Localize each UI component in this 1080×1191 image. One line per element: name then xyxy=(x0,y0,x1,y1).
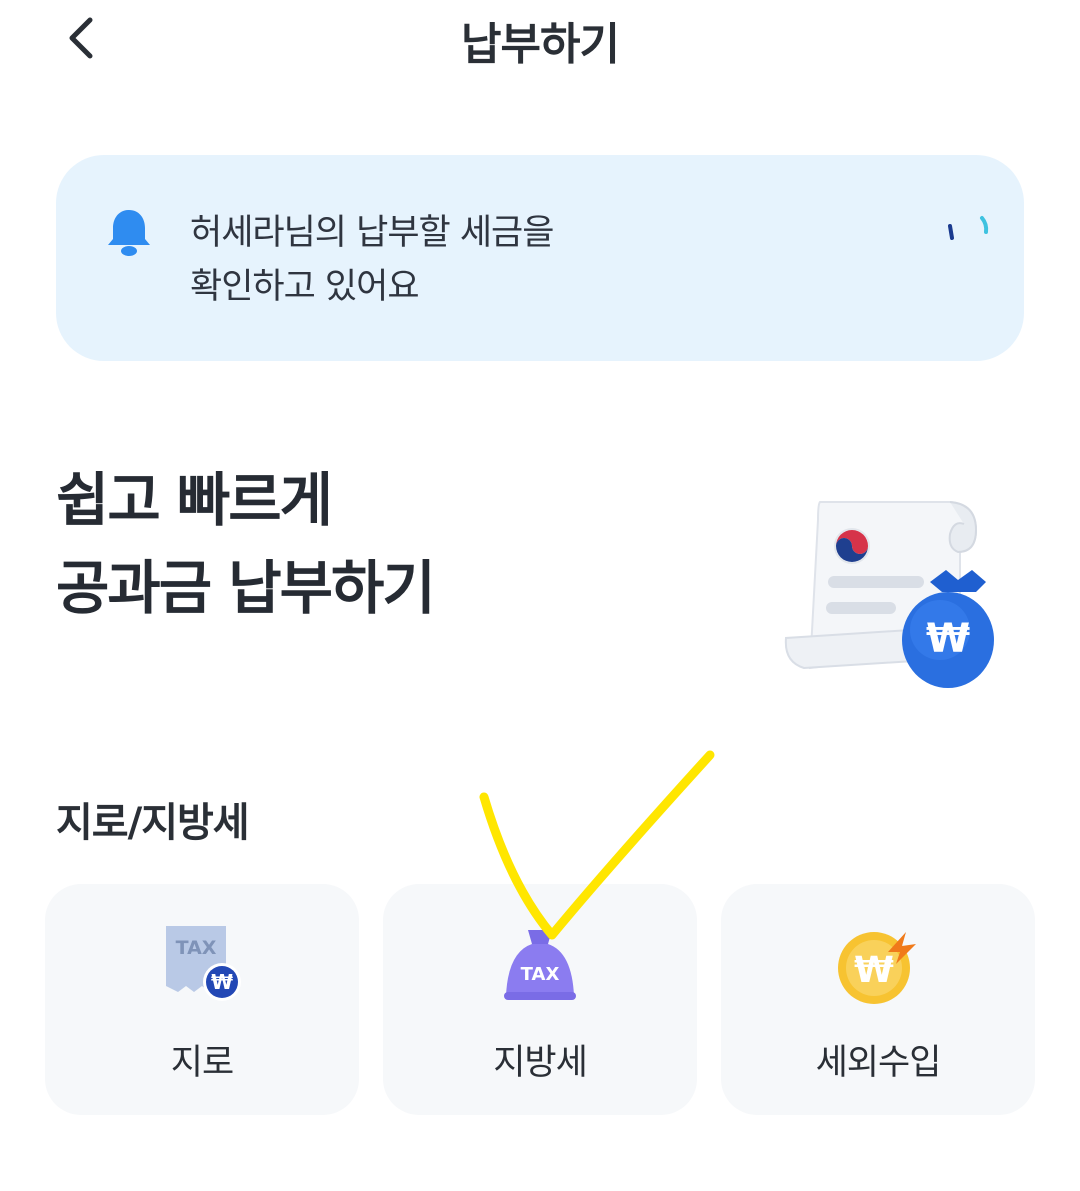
bell-icon xyxy=(108,210,150,256)
local-tax-card[interactable]: TAX 지방세 xyxy=(383,884,697,1115)
money-bag-won-glyph: ₩ xyxy=(926,616,970,662)
local-tax-icon-tax-text: TAX xyxy=(521,964,560,985)
coin-won-glyph: ₩ xyxy=(854,950,894,991)
giro-icon-tax-text: TAX xyxy=(176,937,217,959)
local-tax-bag-icon: TAX xyxy=(504,930,576,1000)
card-label: 지로 xyxy=(170,1043,234,1083)
giro-icon-won-glyph: ₩ xyxy=(211,970,233,994)
hero-line-2: 공과금 납부하기 xyxy=(56,554,436,622)
card-label: 지방세 xyxy=(493,1043,588,1083)
app-header: 납부하기 xyxy=(0,0,1080,80)
page-title: 납부하기 xyxy=(461,19,620,70)
loading-spinner-icon xyxy=(948,216,989,240)
giro-payment-card[interactable]: TAX ₩ 지로 xyxy=(45,884,359,1115)
hero-line-1: 쉽고 빠르게 xyxy=(56,466,333,534)
hero-title: 쉽고 빠르게 공과금 납부하기 xyxy=(56,456,436,632)
giro-receipt-icon: TAX ₩ xyxy=(166,926,241,1001)
notice-line-2: 확인하고 있어요 xyxy=(190,267,420,307)
notice-line-1: 허세라님의 납부할 세금을 xyxy=(190,213,554,253)
tax-bill-with-money-bag-icon: ₩ xyxy=(784,501,994,688)
notice-message: 허세라님의 납부할 세금을 확인하고 있어요 xyxy=(190,206,554,314)
card-label: 세외수입 xyxy=(815,1043,942,1083)
section-title: 지로/지방세 xyxy=(56,800,250,846)
non-tax-revenue-card[interactable]: ₩ 세외수입 xyxy=(721,884,1035,1115)
non-tax-revenue-coin-icon: ₩ xyxy=(838,932,916,1004)
